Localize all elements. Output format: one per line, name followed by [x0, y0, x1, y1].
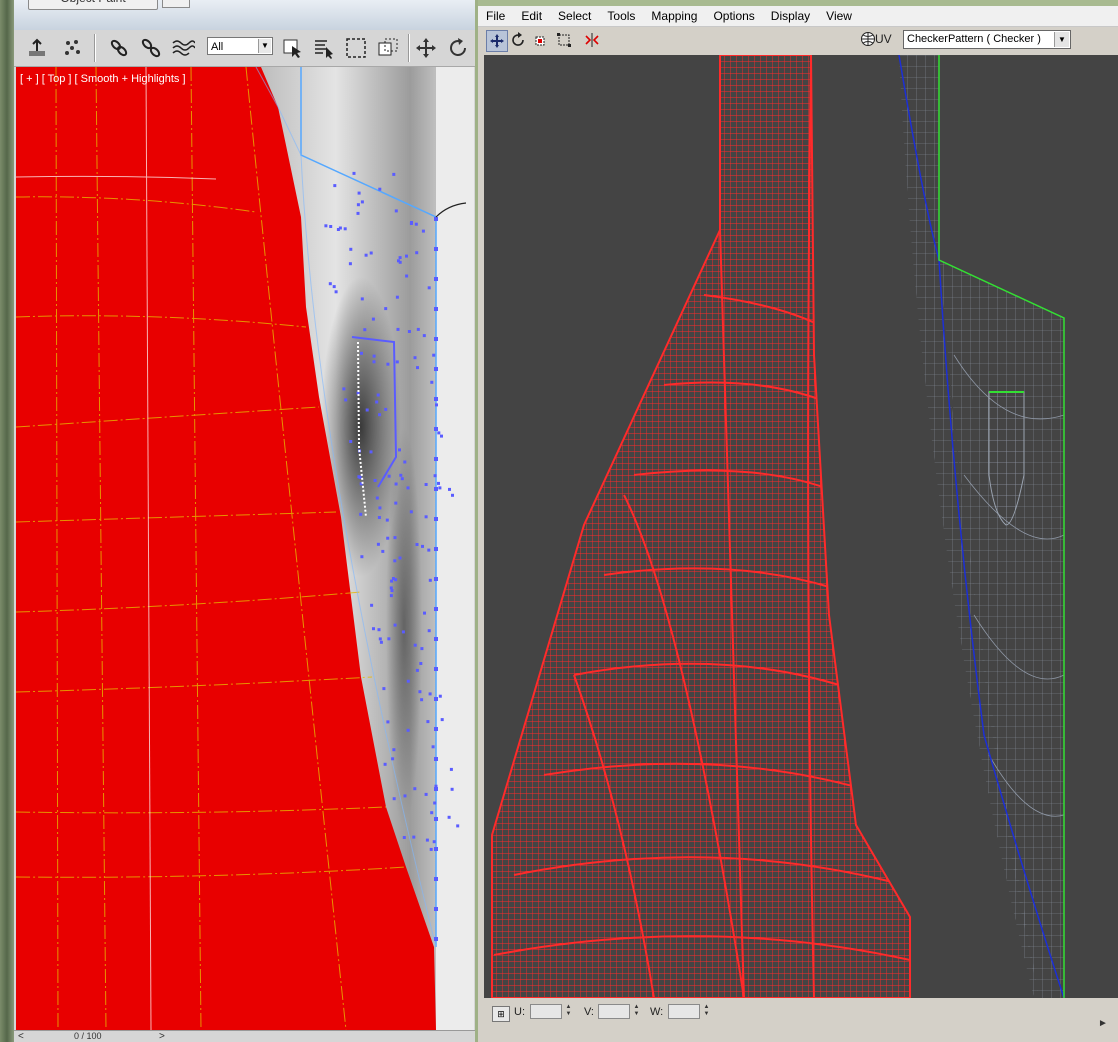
particles-icon[interactable]: [60, 35, 86, 61]
tab-object-paint[interactable]: Object Paint: [28, 0, 158, 10]
unlink-icon[interactable]: [138, 35, 164, 61]
snap-grid-icon[interactable]: [24, 35, 50, 61]
time-next-button[interactable]: >: [159, 1031, 165, 1042]
main-toolbar: All ▼: [14, 30, 475, 67]
desktop-background-strip: [0, 0, 14, 1042]
rect-selection-region-icon[interactable]: [343, 35, 369, 61]
menu-view[interactable]: View: [818, 9, 860, 23]
chevron-right-icon[interactable]: ►: [1098, 1018, 1108, 1029]
viewport-render: [16, 67, 474, 1030]
tab-extra[interactable]: [162, 0, 190, 8]
menu-tools[interactable]: Tools: [599, 9, 643, 23]
absolute-offset-icon[interactable]: ⊞: [492, 1006, 510, 1022]
u-label: U:: [514, 1006, 525, 1018]
menu-mapping[interactable]: Mapping: [643, 9, 705, 23]
main-window: Object Paint All ▼: [14, 0, 475, 1042]
v-input[interactable]: [598, 1004, 630, 1019]
chevron-down-icon: ▼: [1054, 32, 1069, 47]
texture-dropdown[interactable]: CheckerPattern ( Checker ) ▼: [903, 30, 1071, 49]
uv-canvas[interactable]: [484, 55, 1118, 998]
select-object-icon[interactable]: [279, 35, 305, 61]
rotate-icon[interactable]: [445, 35, 471, 61]
time-prev-button[interactable]: <: [18, 1031, 24, 1042]
menu-select[interactable]: Select: [550, 9, 599, 23]
scale-icon[interactable]: [532, 30, 552, 50]
v-label: V:: [584, 1006, 594, 1018]
uv-editor-window: File Edit Select Tools Mapping Options D…: [475, 0, 1118, 1042]
w-spinner-icon[interactable]: ▲ ▼: [702, 1004, 711, 1019]
command-panel-strip: Object Paint: [14, 0, 475, 30]
selection-filter-value: All: [211, 41, 224, 53]
uv-menu-bar: File Edit Select Tools Mapping Options D…: [478, 6, 1118, 27]
uv-mesh-render: [491, 55, 1065, 998]
selection-filter-dropdown[interactable]: All ▼: [207, 37, 273, 55]
time-slider[interactable]: < 0 / 100 >: [14, 1030, 475, 1042]
viewport-label[interactable]: [ + ] [ Top ] [ Smooth + Highlights ]: [20, 73, 186, 85]
v-spinner-icon[interactable]: ▲ ▼: [632, 1004, 641, 1019]
select-by-name-icon[interactable]: [311, 35, 337, 61]
uv-prefix-label: UV: [875, 32, 892, 46]
u-input[interactable]: [530, 1004, 562, 1019]
time-frame-readout: 0 / 100: [74, 1031, 102, 1041]
checker-globe-icon[interactable]: [860, 31, 876, 50]
mirror-icon[interactable]: [582, 30, 602, 50]
uv-toolbar: UV CheckerPattern ( Checker ) ▼: [478, 27, 1118, 54]
menu-options[interactable]: Options: [705, 9, 762, 23]
w-label: W:: [650, 1006, 664, 1018]
menu-file[interactable]: File: [478, 9, 513, 23]
rotate-icon[interactable]: [508, 30, 528, 50]
uv-status-bar: ⊞ U: ▲ ▼ V: ▲ ▼ W: ▲ ▼ ►: [478, 998, 1118, 1042]
menu-display[interactable]: Display: [763, 9, 818, 23]
u-spinner-icon[interactable]: ▲ ▼: [564, 1004, 573, 1019]
window-crossing-icon[interactable]: [375, 35, 401, 61]
texture-dropdown-value: CheckerPattern ( Checker ): [907, 33, 1041, 45]
link-icon[interactable]: [106, 35, 132, 61]
move-icon[interactable]: [413, 35, 439, 61]
menu-edit[interactable]: Edit: [513, 9, 550, 23]
freeform-icon[interactable]: [554, 30, 574, 50]
move-icon[interactable]: [486, 30, 508, 52]
bind-spacewarp-icon[interactable]: [170, 35, 196, 61]
chevron-down-icon: ▼: [258, 39, 271, 53]
w-input[interactable]: [668, 1004, 700, 1019]
viewport-top[interactable]: [ + ] [ Top ] [ Smooth + Highlights ]: [16, 67, 474, 1030]
